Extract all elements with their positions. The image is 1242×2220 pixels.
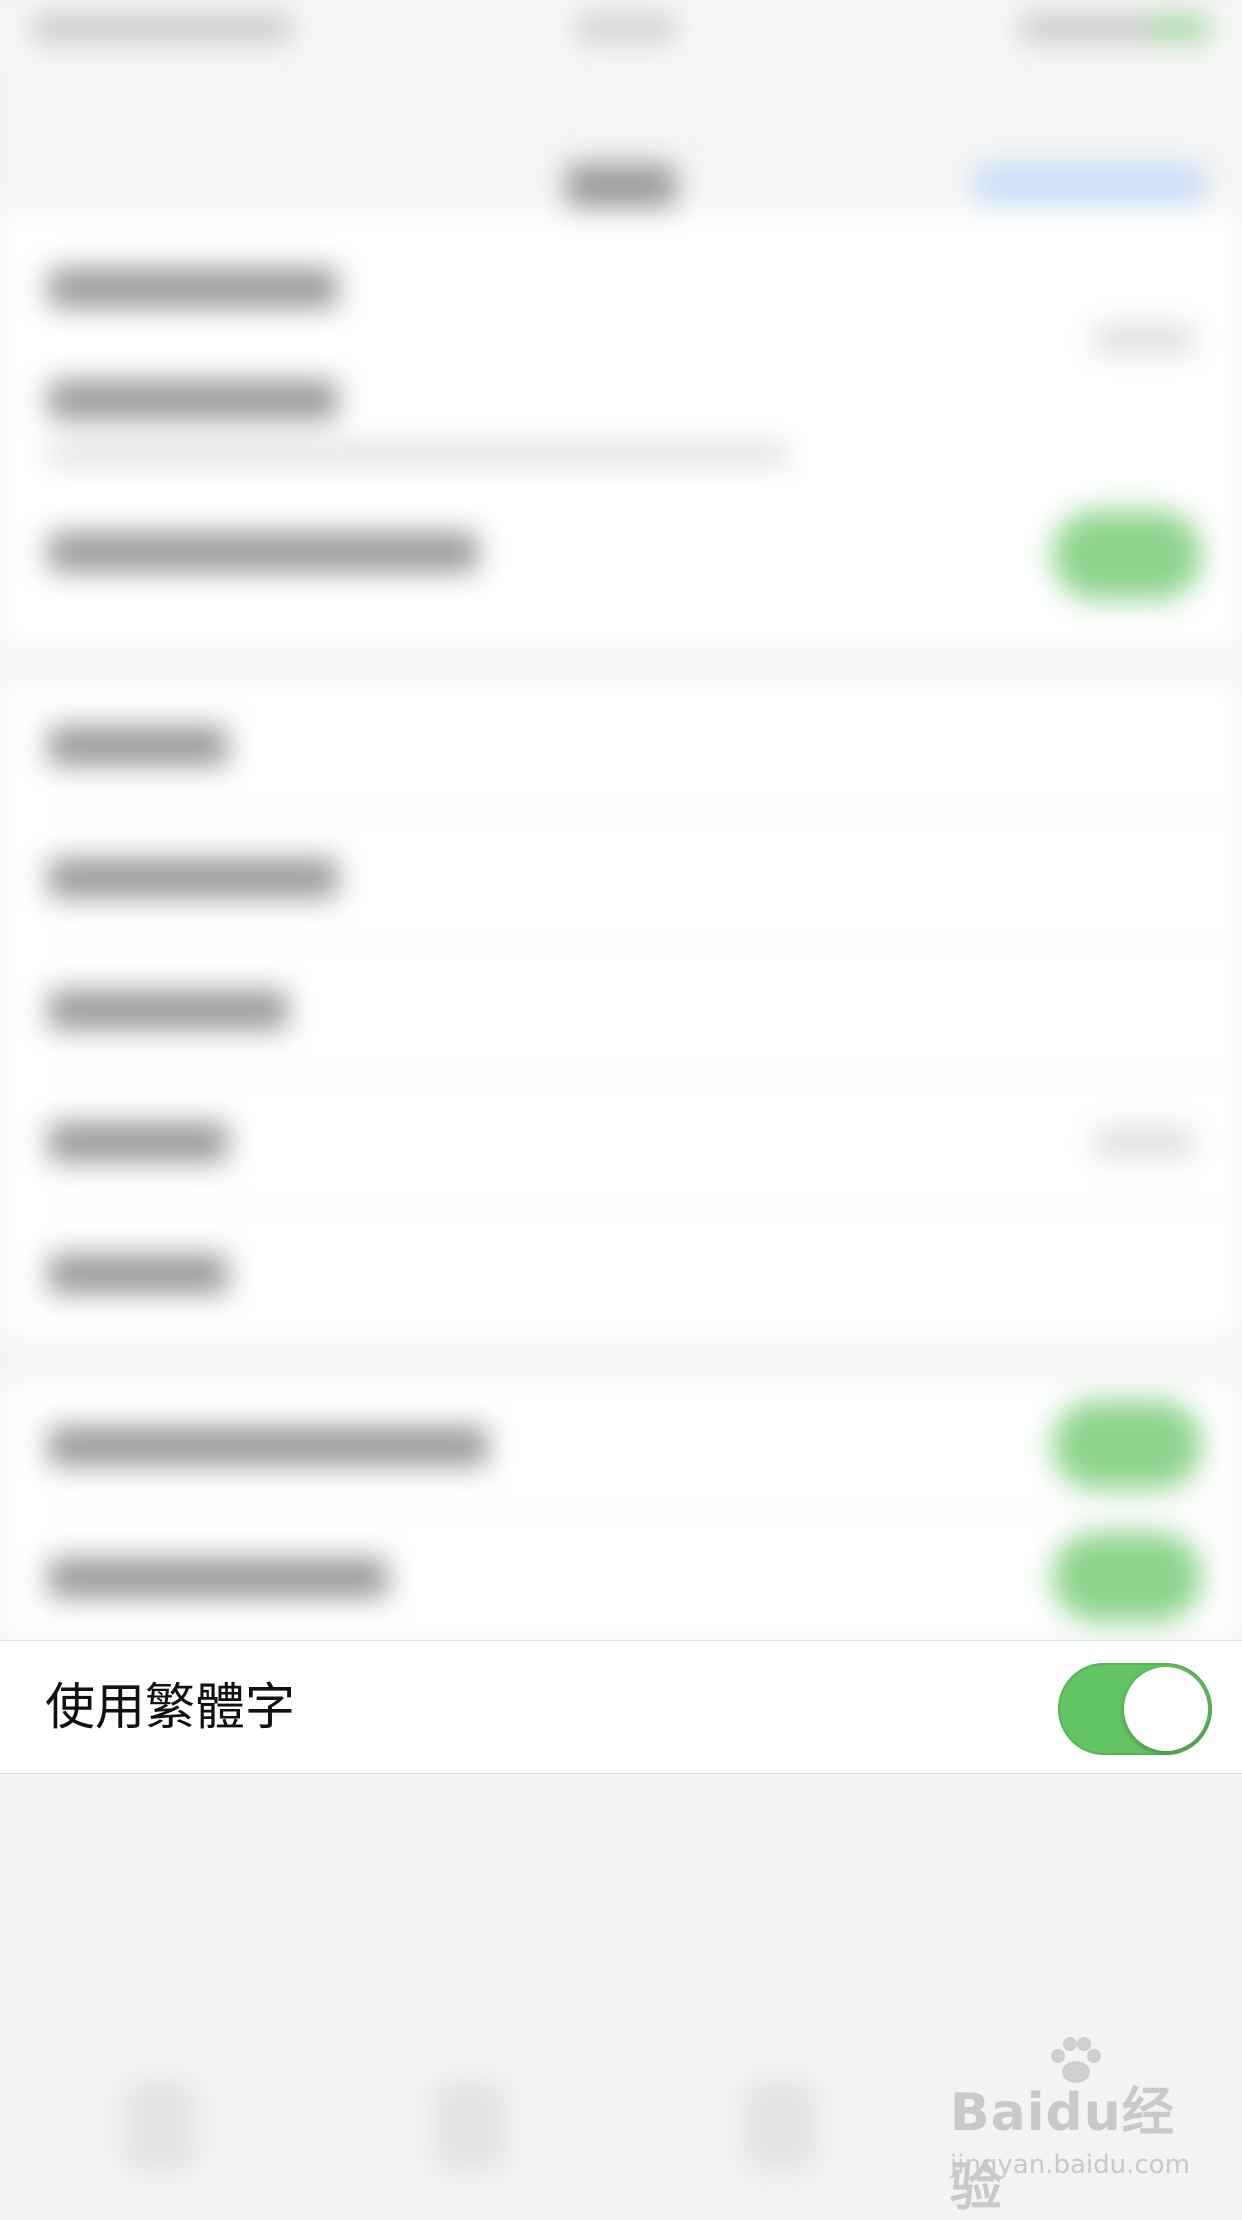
navigation-bar — [0, 60, 1242, 210]
traditional-chinese-toggle[interactable] — [1058, 1663, 1212, 1755]
settings-group-3 — [0, 1380, 1242, 1640]
nav-title — [566, 164, 676, 208]
row-label — [48, 1122, 228, 1162]
row-label — [48, 532, 478, 572]
settings-row[interactable] — [0, 220, 1242, 353]
tab-icon[interactable] — [125, 2080, 195, 2170]
setting-label: 使用繁體字 — [45, 1678, 295, 1736]
row-subtitle — [48, 445, 788, 463]
settings-row[interactable] — [0, 1208, 1242, 1338]
settings-row[interactable] — [0, 350, 1242, 480]
tab-icon[interactable] — [745, 2080, 815, 2170]
row-label — [48, 1254, 228, 1294]
settings-row[interactable] — [0, 1512, 1242, 1642]
row-value — [1094, 325, 1194, 353]
settings-row[interactable] — [0, 680, 1242, 810]
status-right — [1020, 14, 1170, 42]
settings-group-2 — [0, 680, 1242, 1340]
settings-group-1 — [0, 210, 1242, 650]
status-time — [576, 14, 676, 42]
toggle-knob — [1124, 1667, 1208, 1751]
row-value — [1094, 1128, 1194, 1156]
blurred-background — [0, 0, 1242, 2208]
row-label — [48, 858, 338, 898]
row-label — [48, 1558, 388, 1598]
row-label — [48, 1426, 488, 1466]
row-label — [48, 268, 338, 308]
settings-row[interactable] — [0, 812, 1242, 942]
row-label — [48, 380, 338, 420]
watermark-logo: Baidu经验 — [950, 2083, 1175, 2218]
nav-action-button[interactable] — [975, 164, 1205, 204]
watermark-url: jingyan.baidu.com — [950, 2150, 1190, 2180]
row-label — [48, 990, 288, 1030]
toggle-switch[interactable] — [1052, 1400, 1202, 1490]
toggle-switch[interactable] — [1052, 510, 1202, 600]
status-bar — [0, 0, 1242, 60]
settings-row[interactable] — [0, 490, 1242, 620]
row-label — [48, 726, 228, 766]
settings-row[interactable] — [0, 1076, 1242, 1206]
traditional-chinese-setting-row[interactable]: 使用繁體字 — [0, 1640, 1242, 1774]
status-left — [32, 14, 292, 42]
settings-row[interactable] — [0, 944, 1242, 1074]
settings-row[interactable] — [0, 1380, 1242, 1510]
tab-icon[interactable] — [435, 2080, 505, 2170]
battery-icon — [1150, 14, 1210, 42]
toggle-switch[interactable] — [1052, 1532, 1202, 1622]
baidu-watermark: Baidu经验 jingyan.baidu.com — [950, 2037, 1210, 2218]
